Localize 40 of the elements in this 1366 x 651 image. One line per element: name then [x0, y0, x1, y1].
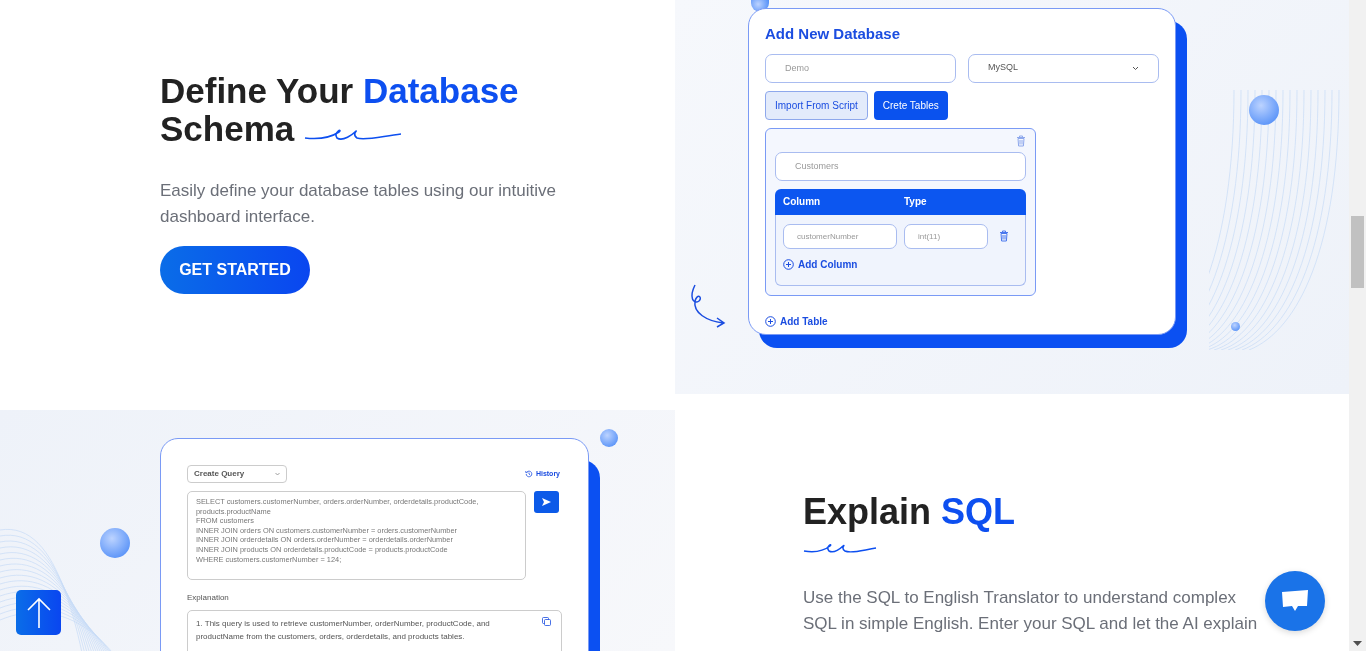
trash-icon[interactable]: [999, 230, 1009, 242]
column-name-field[interactable]: customerNumber: [783, 223, 897, 249]
database-engine-select[interactable]: MySQL: [968, 53, 1159, 83]
chat-button[interactable]: [1265, 571, 1325, 631]
section-description: Use the SQL to English Translator to understand complex SQL in simple English. Enter your SQL and let the AI explain: [803, 587, 1259, 635]
import-script-button[interactable]: Import From Script: [765, 90, 868, 120]
scroll-to-top-button[interactable]: [16, 590, 61, 635]
column-header: Column: [783, 195, 822, 209]
add-table-link[interactable]: Add Table: [765, 313, 828, 329]
explanation-text: 1. This query is used to retrieve customerNumber, orderNumber, productCode, and productName from the customers, orders, orderdetails, and products tables.: [196, 618, 491, 643]
dot-icon: [600, 429, 618, 447]
database-name-field[interactable]: Demo: [765, 53, 956, 83]
query-mode-select[interactable]: Create Query: [187, 465, 287, 483]
plus-circle-icon[interactable]: [765, 315, 776, 327]
get-started-button[interactable]: GET STARTED: [160, 246, 310, 294]
dot-icon: [1249, 95, 1279, 125]
send-icon[interactable]: [541, 497, 552, 507]
table-name-field[interactable]: Customers: [775, 151, 1026, 181]
add-column-link[interactable]: Add Column: [783, 256, 858, 272]
dot-icon: [1231, 322, 1240, 331]
create-tables-button[interactable]: Crete Tables: [873, 90, 948, 120]
column-type-field[interactable]: int(11): [904, 223, 988, 249]
card-title: Add New Database: [765, 24, 902, 44]
section-heading: Schema: [160, 110, 295, 148]
send-button[interactable]: [534, 491, 559, 513]
section-heading: Define Your Database: [160, 72, 519, 110]
chat-bubble-icon[interactable]: [1280, 589, 1310, 613]
history-icon[interactable]: [524, 470, 533, 478]
up-arrow-icon[interactable]: [26, 596, 51, 629]
explanation-label: Explanation: [187, 592, 230, 604]
plus-circle-icon[interactable]: [783, 258, 794, 270]
copy-icon[interactable]: [542, 617, 551, 626]
squiggle-underline-icon: [803, 541, 877, 555]
chevron-down-icon[interactable]: [1132, 65, 1139, 71]
scrollbar-thumb[interactable]: [1351, 216, 1364, 288]
section-description: Easily define your database tables using our intuitive dashboard interface.: [160, 180, 557, 228]
scroll-down-arrow-icon[interactable]: [1353, 641, 1362, 647]
dot-icon: [100, 528, 130, 558]
section-heading: Explain SQL: [803, 493, 1016, 531]
column-header: Type: [904, 195, 927, 209]
